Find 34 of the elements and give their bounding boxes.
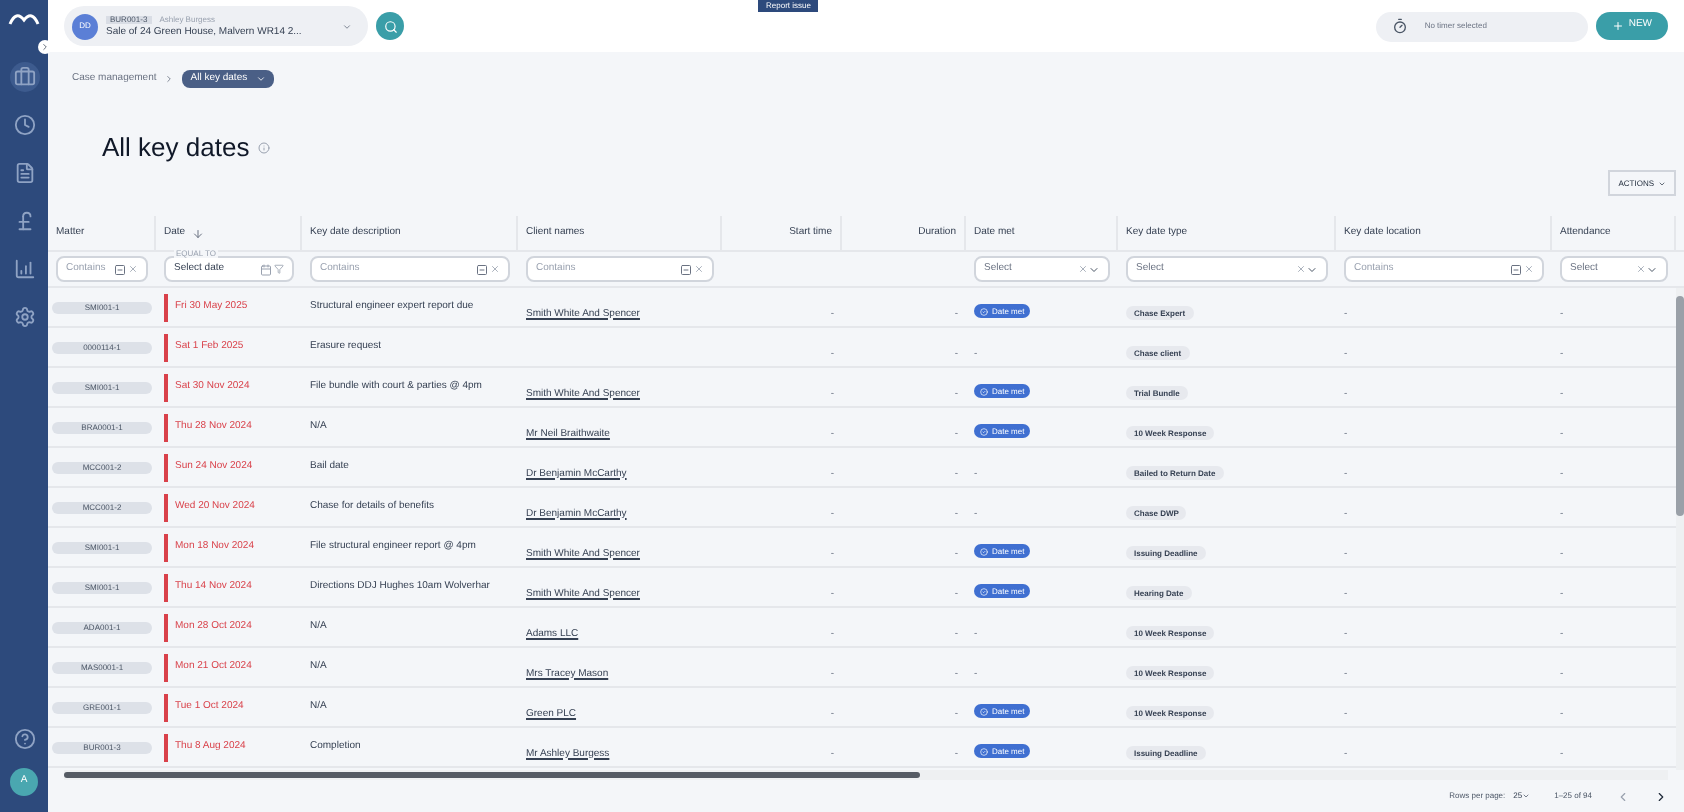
vertical-scrollbar[interactable] <box>1676 288 1684 770</box>
dropdown-icon[interactable] <box>1646 263 1658 275</box>
operator-icon[interactable] <box>1510 263 1522 275</box>
search-icon <box>383 19 397 33</box>
previous-page-icon[interactable] <box>1616 789 1630 803</box>
info-icon[interactable] <box>257 142 270 154</box>
chevron-icon <box>164 74 175 84</box>
check-icon <box>980 587 988 595</box>
briefcase-icon[interactable] <box>9 62 39 92</box>
next-page-icon[interactable] <box>1654 789 1668 803</box>
operator-icon[interactable] <box>114 263 126 275</box>
horizontal-scrollbar[interactable] <box>64 770 1668 780</box>
check-icon <box>980 547 988 555</box>
dropdown-icon[interactable] <box>342 21 352 31</box>
clock-icon[interactable] <box>9 110 39 140</box>
operator-icon[interactable] <box>476 263 488 275</box>
logo-icon <box>8 8 40 28</box>
sort-arrow-icon[interactable] <box>191 227 204 239</box>
check-icon <box>980 747 988 755</box>
plus-icon <box>1612 20 1625 32</box>
dropdown-icon[interactable] <box>1088 263 1100 275</box>
dropdown-icon[interactable] <box>1306 263 1318 275</box>
search-button[interactable] <box>376 12 404 40</box>
check-icon <box>980 427 988 435</box>
page-title: All key dates <box>102 130 250 167</box>
caret-icon <box>255 74 266 84</box>
filter-icon[interactable] <box>274 264 284 274</box>
check-icon <box>980 307 988 315</box>
calendar-icon[interactable] <box>260 263 272 275</box>
timer-icon <box>1392 18 1409 34</box>
check-icon <box>980 387 988 395</box>
check-icon <box>980 707 988 715</box>
operator-icon[interactable] <box>680 263 692 275</box>
help-icon[interactable] <box>13 728 35 750</box>
